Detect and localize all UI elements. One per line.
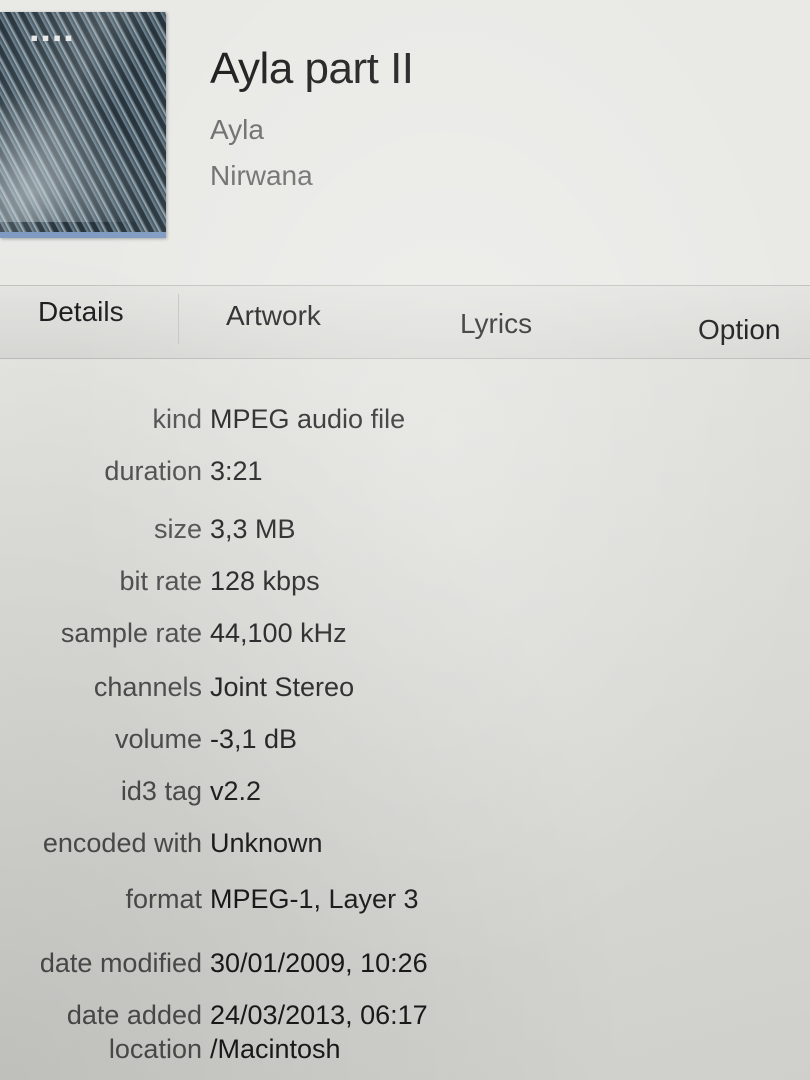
detail-value: Unknown — [210, 828, 323, 858]
song-album: Nirwana — [210, 160, 313, 191]
detail-row-date-modified: date modified 30/01/2009, 10:26 — [0, 948, 810, 988]
detail-label: format — [125, 884, 202, 914]
detail-value: -3,1 dB — [210, 724, 298, 754]
detail-row-encoded-with: encoded with Unknown — [0, 828, 810, 868]
detail-label: size — [153, 514, 202, 544]
detail-value: 30/01/2009, 10:26 — [210, 948, 428, 978]
detail-row-duration: duration 3:21 — [0, 456, 810, 496]
detail-row-sample-rate: sample rate 44,100 kHz — [0, 618, 810, 658]
detail-row-location: location /Macintosh — [0, 1034, 810, 1074]
tab-details[interactable]: Details — [38, 296, 124, 328]
detail-value: 3,3 MB — [210, 514, 296, 544]
detail-value[interactable]: /Macintosh — [210, 1034, 341, 1065]
detail-value: MPEG-1, Layer 3 — [210, 884, 419, 914]
song-header: ▪▪▪▪ Ayla part II Ayla Nirwana — [0, 0, 810, 285]
detail-row-kind: kind MPEG audio file — [0, 404, 810, 444]
song-artist: Ayla — [210, 114, 264, 145]
detail-row-volume: volume -3,1 dB — [0, 724, 810, 764]
detail-label: sample rate — [60, 618, 202, 648]
detail-value: Joint Stereo — [210, 672, 355, 702]
detail-value: 128 kbps — [210, 566, 320, 596]
tab-options[interactable]: Option — [698, 314, 781, 346]
detail-value: 44,100 kHz — [210, 618, 347, 648]
tab-lyrics[interactable]: Lyrics — [460, 308, 532, 340]
detail-row-id3-tag: id3 tag v2.2 — [0, 776, 810, 816]
detail-label: channels — [93, 672, 202, 702]
detail-row-size: size 3,3 MB — [0, 514, 810, 554]
detail-label: duration — [104, 456, 202, 486]
song-info-window: ▪▪▪▪ Ayla part II Ayla Nirwana Details A… — [0, 0, 810, 1080]
detail-label: date added — [66, 1000, 202, 1030]
artwork-detail: ▪▪▪▪ — [30, 30, 76, 46]
detail-value: 24/03/2013, 06:17 — [210, 1000, 428, 1030]
detail-value: v2.2 — [210, 776, 262, 806]
album-artwork[interactable]: ▪▪▪▪ — [0, 12, 166, 238]
detail-label: volume — [114, 724, 202, 754]
song-title: Ayla part II — [210, 44, 414, 93]
artwork-wing — [0, 72, 166, 222]
detail-label: encoded with — [42, 828, 202, 858]
tab-artwork[interactable]: Artwork — [226, 300, 321, 332]
details-panel: kind MPEG audio file duration 3:21 size … — [0, 380, 810, 1080]
detail-row-format: format MPEG-1, Layer 3 — [0, 884, 810, 924]
detail-row-bit-rate: bit rate 128 kbps — [0, 566, 810, 606]
detail-label: date modified — [39, 948, 202, 978]
tab-divider — [178, 294, 179, 344]
detail-label: id3 tag — [120, 776, 202, 806]
detail-value: 3:21 — [210, 456, 263, 486]
detail-label: kind — [152, 404, 202, 434]
detail-label: bit rate — [119, 566, 202, 596]
detail-row-channels: channels Joint Stereo — [0, 672, 810, 712]
tab-bar: Details Artwork Lyrics Option — [0, 285, 810, 359]
detail-label: location — [108, 1034, 202, 1064]
detail-value: MPEG audio file — [210, 404, 406, 434]
